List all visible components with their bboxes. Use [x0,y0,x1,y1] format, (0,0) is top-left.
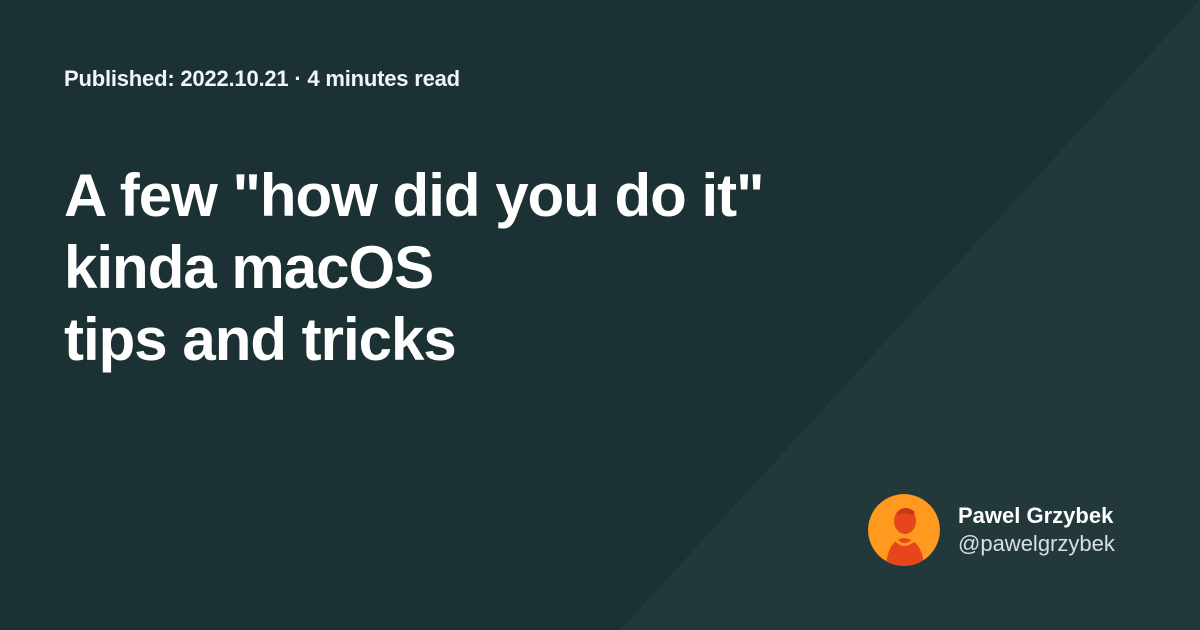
author-handle: @pawelgrzybek [958,531,1115,556]
author-name: Pawel Grzybek [958,503,1114,528]
post-title: A few "how did you do it" kinda macOS ti… [64,160,765,376]
title-line-2: kinda macOS [64,234,434,301]
title-line-3: tips and tricks [64,306,457,373]
post-meta: Published: 2022.10.21 · 4 minutes read [64,66,460,91]
author-portrait-icon [868,494,940,566]
title-line-1: A few "how did you do it" [64,162,765,229]
author-info: Pawel Grzybek @pawelgrzybek [958,502,1115,558]
avatar [868,494,940,566]
author-card: Pawel Grzybek @pawelgrzybek [868,494,1115,566]
